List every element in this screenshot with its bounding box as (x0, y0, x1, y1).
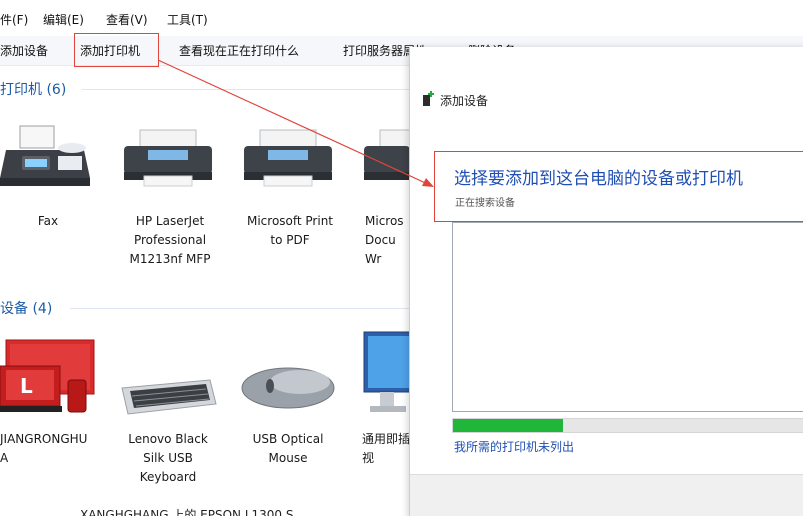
menu-tools[interactable]: 工具(T) (167, 11, 208, 28)
printer-icon[interactable] (242, 128, 334, 188)
monitor-icon[interactable] (362, 330, 410, 420)
printer-icon[interactable] (362, 128, 410, 188)
computer-icon[interactable]: L (0, 338, 96, 418)
devices-section-title: 设备 (4) (0, 301, 53, 317)
device-label-fax: Fax (37, 214, 59, 228)
mouse-icon[interactable] (240, 364, 336, 412)
add-printer-highlight (74, 33, 159, 67)
add-device-dialog: 添加设备 选择要添加到这台电脑的设备或打印机 正在搜索设备 我所需的打印机未列出 (409, 47, 803, 516)
device-label-microsoft-print-to-pdf: Microsoft Print to PDF (246, 214, 334, 247)
dialog-title: 添加设备 (440, 94, 489, 108)
device-label-generic-pnp-monitor: 通用即插 视 (362, 432, 410, 465)
heading-highlight (434, 151, 803, 222)
add-device-icon (423, 91, 434, 106)
menu-bar: 件(F) 编辑(E) 查看(V) 工具(T) (0, 0, 803, 36)
printer-not-listed-link[interactable]: 我所需的打印机未列出 (454, 438, 574, 455)
devices-section-divider (70, 308, 410, 309)
device-list[interactable] (452, 222, 803, 412)
dialog-footer (410, 474, 803, 516)
menu-view[interactable]: 查看(V) (106, 11, 148, 28)
fax-icon[interactable] (0, 122, 96, 192)
menu-file[interactable]: 件(F) (0, 11, 28, 28)
device-label-microsoft-xps: Micros Docu Wr (365, 214, 404, 266)
menu-edit[interactable]: 编辑(E) (43, 11, 84, 28)
bottom-device-label: XANGHGHANG 上的 EPSON L1300 S (80, 508, 294, 516)
printer-icon[interactable] (122, 128, 214, 188)
search-progress-fill (453, 419, 564, 432)
printers-section-title: 打印机 (6) (0, 82, 67, 98)
device-label-lenovo-keyboard: Lenovo Black Silk USB Keyboard (128, 432, 208, 484)
keyboard-icon[interactable] (118, 378, 218, 418)
device-label-usb-mouse: USB Optical Mouse (252, 432, 324, 465)
svg-text:L: L (20, 374, 33, 398)
add-device-button[interactable]: 添加设备 (0, 42, 48, 59)
device-label-jiangronghua: JIANGRONGHU A (0, 432, 88, 465)
see-whats-printing-button[interactable]: 查看现在正在打印什么 (179, 42, 299, 59)
search-progress-bar (452, 418, 803, 433)
device-label-hp-laserjet: HP LaserJet Professional M1213nf MFP (129, 214, 211, 266)
printers-section-divider (82, 89, 412, 90)
